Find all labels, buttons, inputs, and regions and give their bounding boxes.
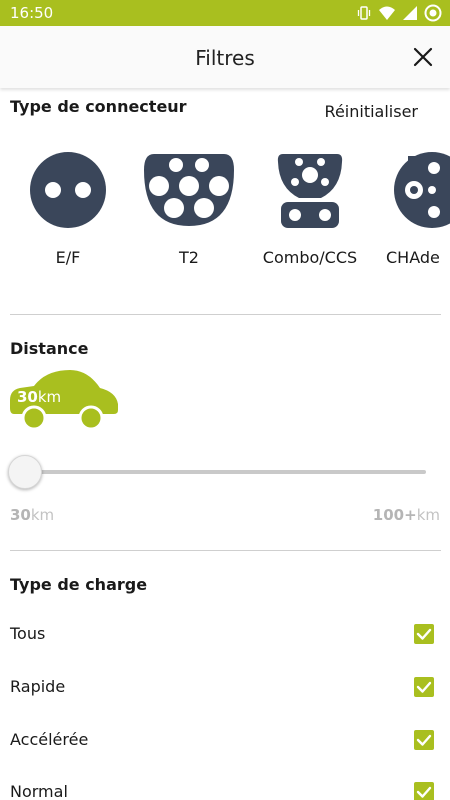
charge-section-title: Type de charge (10, 575, 148, 594)
connector-label: E/F (55, 248, 81, 267)
status-time: 16:50 (10, 4, 54, 22)
range-max-value: 100+ (372, 506, 417, 524)
connector-label: T2 (179, 248, 199, 267)
check-icon (416, 734, 432, 746)
charge-option-acceleree[interactable]: Accélérée (0, 720, 450, 760)
distance-unit: km (37, 388, 62, 406)
range-max-unit: km (416, 506, 440, 524)
app-header: Filtres (0, 26, 450, 88)
charge-option-tous[interactable]: Tous (0, 614, 450, 654)
connector-chademo[interactable]: CHAde (380, 148, 450, 273)
connector-ef[interactable]: E/F (18, 148, 118, 273)
connector-combo-ccs[interactable]: Combo/CCS (260, 148, 360, 273)
charge-option-label: Tous (10, 624, 46, 643)
close-button[interactable] (412, 46, 434, 68)
connector-label: CHAde (386, 248, 440, 267)
range-max-label: 100+km (373, 506, 440, 524)
connector-section-title: Type de connecteur (10, 97, 187, 116)
signal-icon (403, 6, 417, 20)
wifi-icon (379, 6, 395, 20)
charge-option-label: Rapide (10, 677, 66, 696)
status-bar: 16:50 (0, 0, 450, 26)
distance-slider-thumb[interactable] (8, 455, 42, 489)
checkbox[interactable] (414, 624, 434, 644)
checkbox[interactable] (414, 677, 434, 697)
reset-button[interactable]: Réinitialiser (325, 102, 418, 121)
range-min-unit: km (30, 506, 55, 524)
charge-option-label: Normal (10, 782, 68, 800)
ef-plug-icon (30, 152, 106, 228)
distance-section-title: Distance (10, 339, 89, 358)
t2-plug-icon (144, 154, 234, 226)
check-icon (416, 786, 432, 798)
distance-slider-track[interactable] (26, 470, 426, 474)
charge-option-rapide[interactable]: Rapide (0, 667, 450, 707)
checkbox[interactable] (414, 782, 434, 800)
range-min-label: 30km (10, 506, 54, 524)
connector-t2[interactable]: T2 (139, 148, 239, 273)
distance-value-label: 30km (17, 388, 61, 406)
range-min-value: 30 (10, 506, 31, 524)
divider (10, 550, 441, 551)
checkbox[interactable] (414, 730, 434, 750)
check-icon (416, 628, 432, 640)
connector-label: Combo/CCS (262, 248, 358, 267)
sync-icon (424, 4, 442, 22)
distance-value: 30 (17, 388, 38, 406)
combo-ccs-plug-icon (277, 154, 343, 228)
status-icons (356, 4, 442, 22)
close-icon (413, 47, 433, 67)
divider (10, 314, 441, 315)
charge-option-label: Accélérée (10, 730, 89, 749)
check-icon (416, 681, 432, 693)
page-title: Filtres (195, 46, 255, 70)
chademo-plug-icon (394, 152, 450, 228)
vibrate-icon (357, 6, 371, 20)
charge-option-normal[interactable]: Normal (0, 772, 450, 800)
